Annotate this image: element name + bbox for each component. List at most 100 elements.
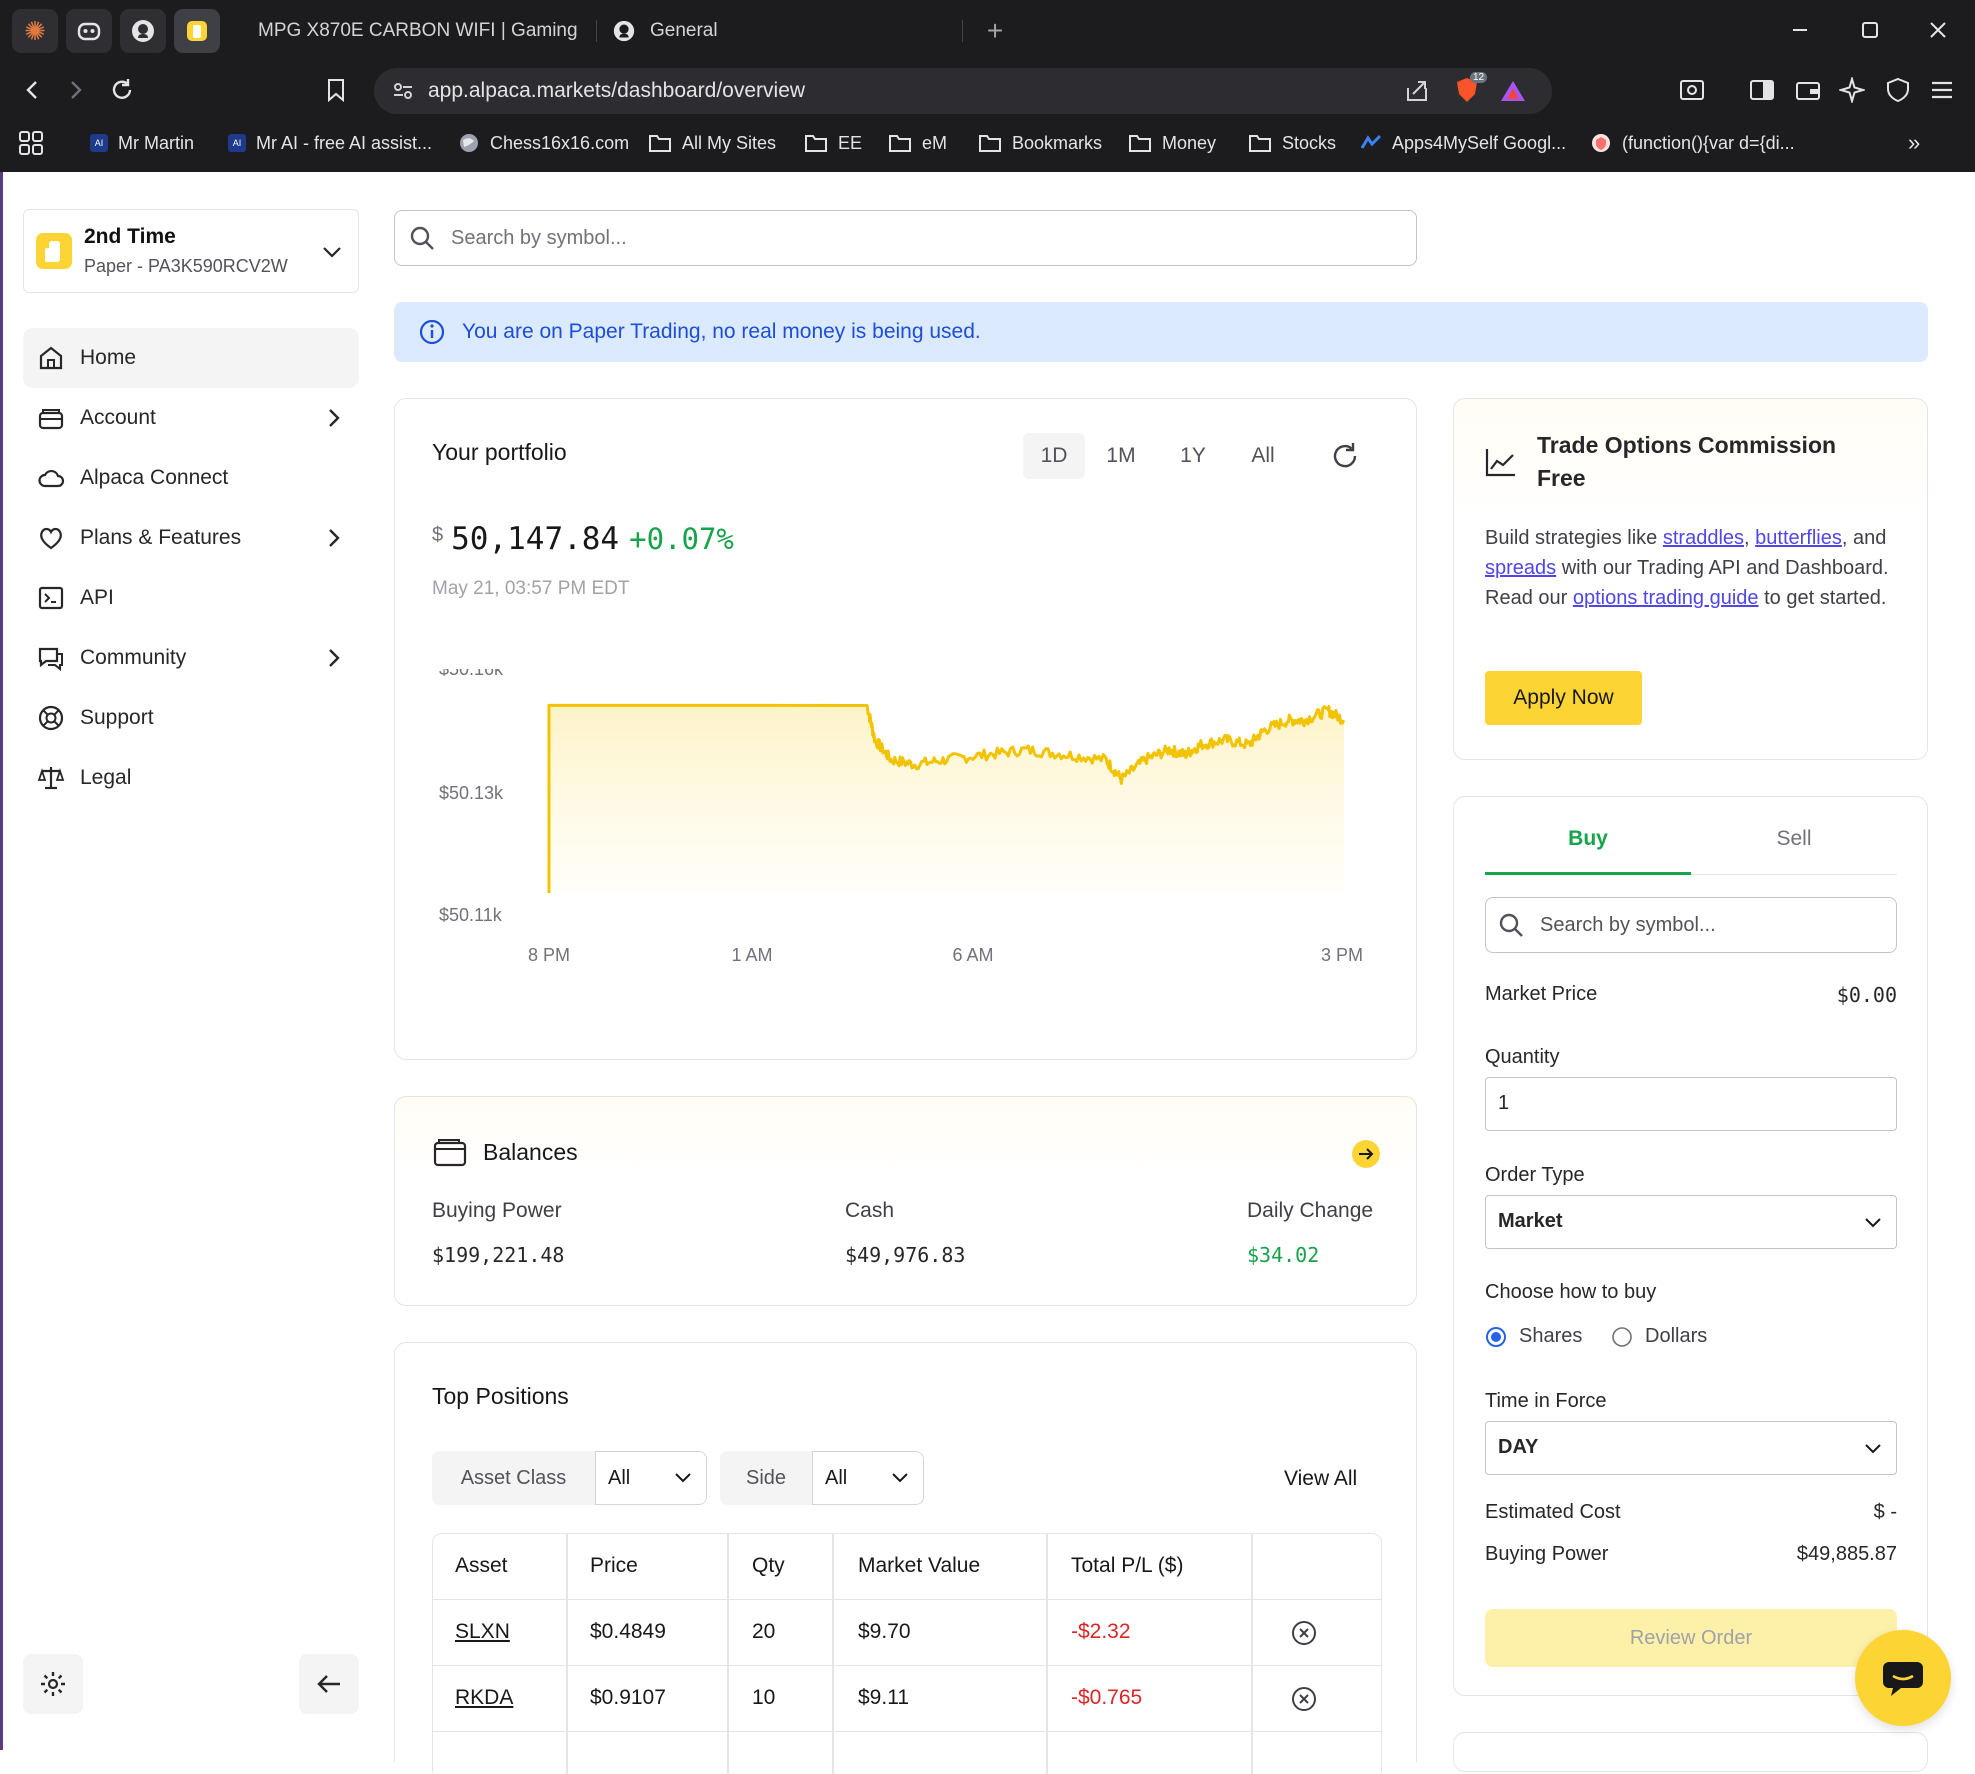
account-switcher[interactable]: 2nd Time Paper - PA3K590RCV2W bbox=[23, 209, 359, 293]
sidebar-item-alpaca-connect[interactable]: Alpaca Connect bbox=[23, 448, 359, 508]
bookmark-item[interactable]: eM bbox=[888, 122, 947, 164]
bookmark-item[interactable]: Money bbox=[1128, 122, 1216, 164]
view-all-link[interactable]: View All bbox=[1284, 1467, 1357, 1491]
dollars-radio[interactable]: Dollars bbox=[1611, 1325, 1707, 1348]
bookmark-item[interactable]: Apps4MySelf Googl... bbox=[1360, 122, 1566, 164]
chevron-down-icon bbox=[323, 247, 341, 258]
table-row[interactable]: RKDA $0.9107 10 $9.11 -$0.765 bbox=[433, 1666, 1381, 1732]
promo-title: Trade Options Commission Free bbox=[1537, 432, 1837, 491]
time-in-force-select[interactable]: DAY bbox=[1485, 1421, 1897, 1475]
sidebar-item-plans-features[interactable]: Plans & Features bbox=[23, 508, 359, 568]
chat-support-button[interactable] bbox=[1855, 1630, 1951, 1726]
pinned-tab-claude[interactable]: ✺ bbox=[12, 9, 58, 53]
straddles-link[interactable]: straddles bbox=[1663, 527, 1744, 549]
tab-buy[interactable]: Buy bbox=[1485, 827, 1691, 875]
settings-button[interactable] bbox=[23, 1654, 83, 1714]
bookmark-label: Mr Martin bbox=[118, 132, 194, 153]
promo-comma: , bbox=[1744, 527, 1756, 549]
sidebar-item-api[interactable]: API bbox=[23, 568, 359, 628]
reader-mode-button[interactable] bbox=[1674, 72, 1710, 108]
sidebar-item-account[interactable]: Account bbox=[23, 388, 359, 448]
bookmark-item[interactable]: All My Sites bbox=[648, 122, 776, 164]
range-1y-button[interactable]: 1Y bbox=[1157, 433, 1229, 479]
address-bar[interactable]: app.alpaca.markets/dashboard/overview 12 bbox=[374, 68, 1552, 114]
bookmark-item[interactable]: AI Mr AI - free AI assist... bbox=[228, 122, 432, 164]
symbol-search[interactable]: Search by symbol... bbox=[394, 210, 1417, 266]
close-position-icon[interactable] bbox=[1291, 1686, 1317, 1712]
copilot-icon bbox=[77, 22, 101, 41]
tab-sell[interactable]: Sell bbox=[1691, 827, 1897, 875]
pinned-tab-github[interactable] bbox=[120, 9, 166, 53]
search-input[interactable]: Search by symbol... bbox=[451, 227, 627, 250]
range-selector: 1D 1M 1Y All bbox=[1023, 433, 1297, 479]
folder-icon bbox=[649, 135, 671, 152]
asset-symbol-link[interactable]: RKDA bbox=[455, 1686, 513, 1710]
apply-now-button[interactable]: Apply Now bbox=[1485, 671, 1642, 725]
maximize-button[interactable] bbox=[1842, 10, 1898, 50]
bookmark-item[interactable]: EE bbox=[804, 122, 862, 164]
column-header: Qty bbox=[752, 1554, 785, 1577]
estimated-cost-label: Estimated Cost bbox=[1485, 1501, 1621, 1523]
spreads-link[interactable]: spreads bbox=[1485, 557, 1556, 579]
order-search-input[interactable]: Search by symbol... bbox=[1540, 914, 1716, 937]
side-filter[interactable]: Side All bbox=[720, 1451, 924, 1505]
close-position-icon[interactable] bbox=[1291, 1620, 1317, 1646]
sidebar-item-home[interactable]: Home bbox=[23, 328, 359, 388]
brave-rewards-icon[interactable] bbox=[1500, 79, 1526, 103]
sidebar-toggle-button[interactable] bbox=[1744, 72, 1780, 108]
apps-grid-button[interactable] bbox=[18, 122, 44, 164]
review-order-button[interactable]: Review Order bbox=[1485, 1609, 1897, 1667]
leo-ai-button[interactable] bbox=[1834, 72, 1870, 108]
wallet-button[interactable] bbox=[1790, 72, 1826, 108]
bookmark-item[interactable]: AI Mr Martin bbox=[90, 122, 194, 164]
back-button[interactable] bbox=[14, 72, 50, 108]
account-icon bbox=[38, 409, 64, 430]
bookmark-item[interactable]: Bookmarks bbox=[978, 122, 1102, 164]
asset-class-select[interactable]: All bbox=[595, 1451, 707, 1505]
range-1d-button[interactable]: 1D bbox=[1023, 433, 1085, 479]
order-symbol-search[interactable]: Search by symbol... bbox=[1485, 897, 1897, 953]
more-bookmarks-button[interactable]: » bbox=[1908, 122, 1920, 164]
chevron-right-icon bbox=[329, 529, 340, 547]
tab-github-general[interactable]: General bbox=[612, 9, 952, 53]
minimize-button[interactable] bbox=[1772, 10, 1828, 50]
new-tab-button[interactable]: + bbox=[980, 9, 1010, 53]
options-guide-link[interactable]: options trading guide bbox=[1573, 587, 1759, 609]
asset-symbol-link[interactable]: SLXN bbox=[455, 1620, 510, 1644]
bookmark-item[interactable]: (function(){var d={di... bbox=[1590, 122, 1795, 164]
currency-symbol: $ bbox=[432, 524, 444, 546]
pinned-tab-alpaca[interactable] bbox=[174, 9, 220, 53]
sidebar-item-community[interactable]: Community bbox=[23, 628, 359, 688]
vpn-button[interactable] bbox=[1880, 72, 1916, 108]
forward-button[interactable] bbox=[58, 72, 94, 108]
sidebar-item-support[interactable]: Support bbox=[23, 688, 359, 748]
share-icon[interactable] bbox=[1404, 78, 1430, 104]
collapse-sidebar-button[interactable] bbox=[299, 1654, 359, 1714]
table-row[interactable]: SLXN $0.4849 20 $9.70 -$2.32 bbox=[433, 1600, 1381, 1666]
order-type-select[interactable]: Market bbox=[1485, 1195, 1897, 1249]
shares-label: Shares bbox=[1519, 1325, 1583, 1347]
reload-button[interactable] bbox=[104, 72, 140, 108]
bookmark-item[interactable]: Stocks bbox=[1248, 122, 1336, 164]
quantity-input[interactable]: 1 bbox=[1485, 1077, 1897, 1131]
sidebar-item-legal[interactable]: Legal bbox=[23, 748, 359, 808]
balances-arrow-button[interactable] bbox=[1352, 1140, 1380, 1168]
range-all-button[interactable]: All bbox=[1229, 433, 1297, 479]
bookmark-item[interactable]: Chess16x16.com bbox=[458, 122, 629, 164]
range-1m-button[interactable]: 1M bbox=[1085, 433, 1157, 479]
shares-radio[interactable]: Shares bbox=[1485, 1325, 1582, 1348]
menu-button[interactable] bbox=[1924, 72, 1960, 108]
close-window-button[interactable] bbox=[1910, 10, 1966, 50]
quantity-label: Quantity bbox=[1485, 1046, 1560, 1068]
butterflies-link[interactable]: butterflies bbox=[1755, 527, 1842, 549]
side-select[interactable]: All bbox=[812, 1451, 924, 1505]
pinned-tab-copilot[interactable] bbox=[66, 9, 112, 53]
cloud-icon bbox=[38, 469, 65, 488]
brave-shields-button[interactable]: 12 bbox=[1454, 72, 1488, 106]
chevron-right-icon bbox=[329, 409, 340, 427]
asset-class-filter[interactable]: Asset Class All bbox=[432, 1451, 707, 1505]
refresh-icon[interactable] bbox=[1330, 441, 1360, 471]
tab-msi[interactable]: MPG X870E CARBON WIFI | Gaming Mo bbox=[244, 9, 580, 53]
bookmark-page-button[interactable] bbox=[318, 72, 354, 108]
asset-class-label: Asset Class bbox=[432, 1451, 595, 1505]
